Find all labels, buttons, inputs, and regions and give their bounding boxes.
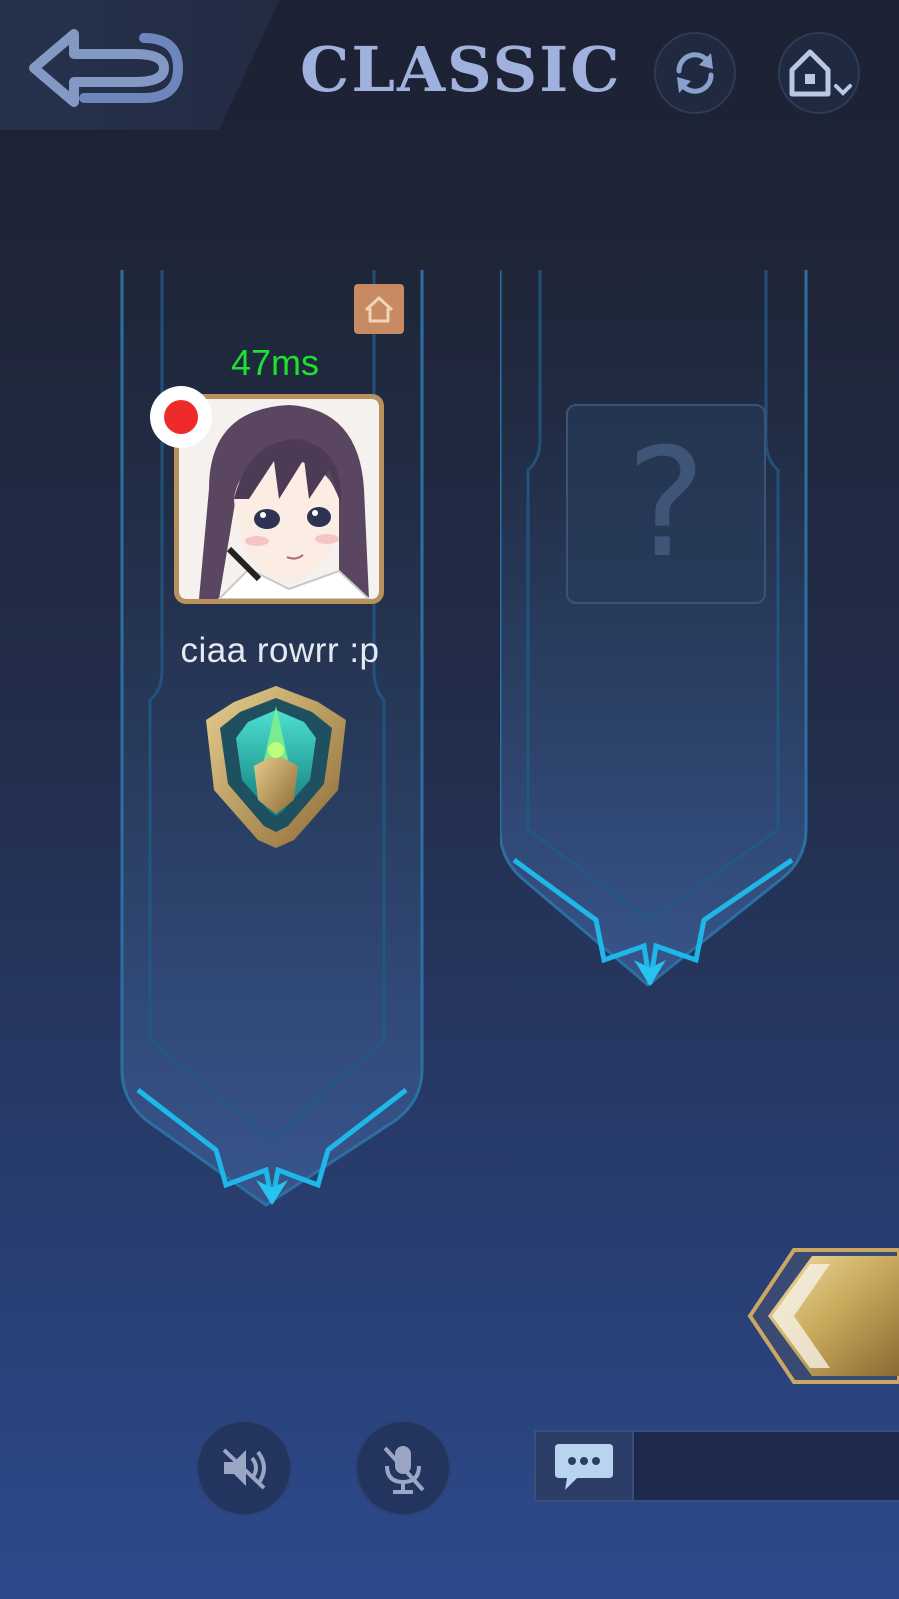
player-slot-2[interactable] — [500, 270, 812, 1010]
player-name: ciaa rowrr :p — [180, 631, 380, 670]
card-frame — [500, 270, 808, 987]
chat-button[interactable] — [536, 1432, 634, 1500]
home-dropdown-button[interactable] — [778, 32, 860, 114]
start-match-button[interactable] — [720, 1246, 899, 1386]
ping-latency: 47ms — [230, 342, 320, 383]
mic-mute-button[interactable] — [355, 1420, 451, 1516]
chat-bubble-icon — [555, 1444, 613, 1490]
refresh-icon — [676, 52, 714, 94]
home-badge-icon — [354, 284, 404, 334]
recording-dot-icon — [164, 400, 198, 434]
home-dropdown-icon — [789, 49, 852, 97]
back-button[interactable] — [0, 0, 280, 130]
recording-indicator — [150, 386, 212, 448]
refresh-button[interactable] — [654, 32, 736, 114]
back-arrow-icon — [29, 29, 184, 107]
empty-slot-placeholder[interactable]: ? — [566, 404, 766, 604]
rank-emblem-icon — [206, 686, 346, 848]
mic-muted-icon — [383, 1446, 425, 1494]
mode-title: CLASSIC — [300, 33, 622, 106]
speaker-muted-icon — [222, 1448, 266, 1490]
speaker-mute-button[interactable] — [196, 1420, 292, 1516]
